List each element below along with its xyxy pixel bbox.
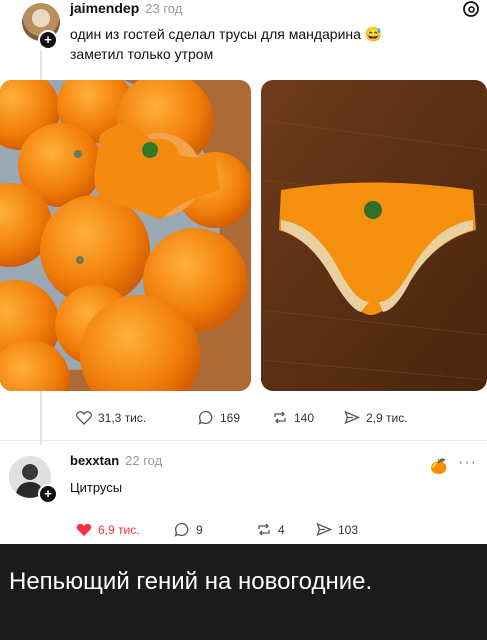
repost-icon <box>274 411 286 424</box>
reply-like-count: 6,9 тис. <box>98 522 140 537</box>
meme-caption: Непьющий гений на новогодние. <box>0 544 487 640</box>
reply-comment-button[interactable]: 9 <box>174 522 203 537</box>
heart-icon <box>76 411 92 425</box>
post-text: один из гостей сделал трусы для мандарин… <box>70 24 382 64</box>
repost-button[interactable]: 140 <box>272 410 314 425</box>
more-icon[interactable]: ··· <box>458 454 477 472</box>
post-text-line-2: заметил только утром <box>70 46 214 62</box>
share-icon <box>344 410 360 425</box>
post-divider <box>0 440 487 441</box>
reply-follow-plus-icon[interactable]: + <box>38 484 58 504</box>
reply-username[interactable]: bexxtan <box>70 453 119 468</box>
post-text-line-1: один из гостей сделал трусы для мандарин… <box>70 26 383 42</box>
tangerines-photo[interactable] <box>0 80 251 391</box>
comment-icon <box>174 522 189 537</box>
threads-icon[interactable] <box>462 0 480 18</box>
reply-comment-count: 9 <box>196 522 203 537</box>
reply-like-button[interactable]: 6,9 тис. <box>76 522 140 537</box>
repost-count: 140 <box>294 410 315 425</box>
share-icon <box>316 522 332 537</box>
reply-time: 22 год <box>125 453 163 468</box>
like-button[interactable]: 31,3 тис. <box>76 410 146 425</box>
comment-button[interactable]: 169 <box>198 410 240 425</box>
repost-icon <box>258 523 270 536</box>
like-count: 31,3 тис. <box>98 410 147 425</box>
share-count: 2,9 тис. <box>366 410 408 425</box>
follow-plus-icon[interactable]: + <box>38 30 58 50</box>
comment-count: 169 <box>220 410 241 425</box>
reply-share-button[interactable]: 103 <box>316 522 358 537</box>
reply-header: bexxtan 22 год <box>70 452 162 470</box>
reply-text: Цитрусы <box>70 480 123 495</box>
post-time: 23 год <box>145 1 183 16</box>
reply-repost-count: 4 <box>278 522 285 537</box>
share-button[interactable]: 2,9 тис. <box>344 410 408 425</box>
post-header: jaimendep 23 год <box>70 0 182 18</box>
author-username[interactable]: jaimendep <box>70 0 139 16</box>
reaction-emoji-icon: 🍊 <box>430 458 448 474</box>
reply-share-count: 103 <box>338 522 359 537</box>
reply-repost-button[interactable]: 4 <box>256 522 285 537</box>
peel-underwear-photo[interactable] <box>261 80 487 391</box>
heart-filled-icon <box>76 523 92 536</box>
comment-icon <box>198 410 213 425</box>
